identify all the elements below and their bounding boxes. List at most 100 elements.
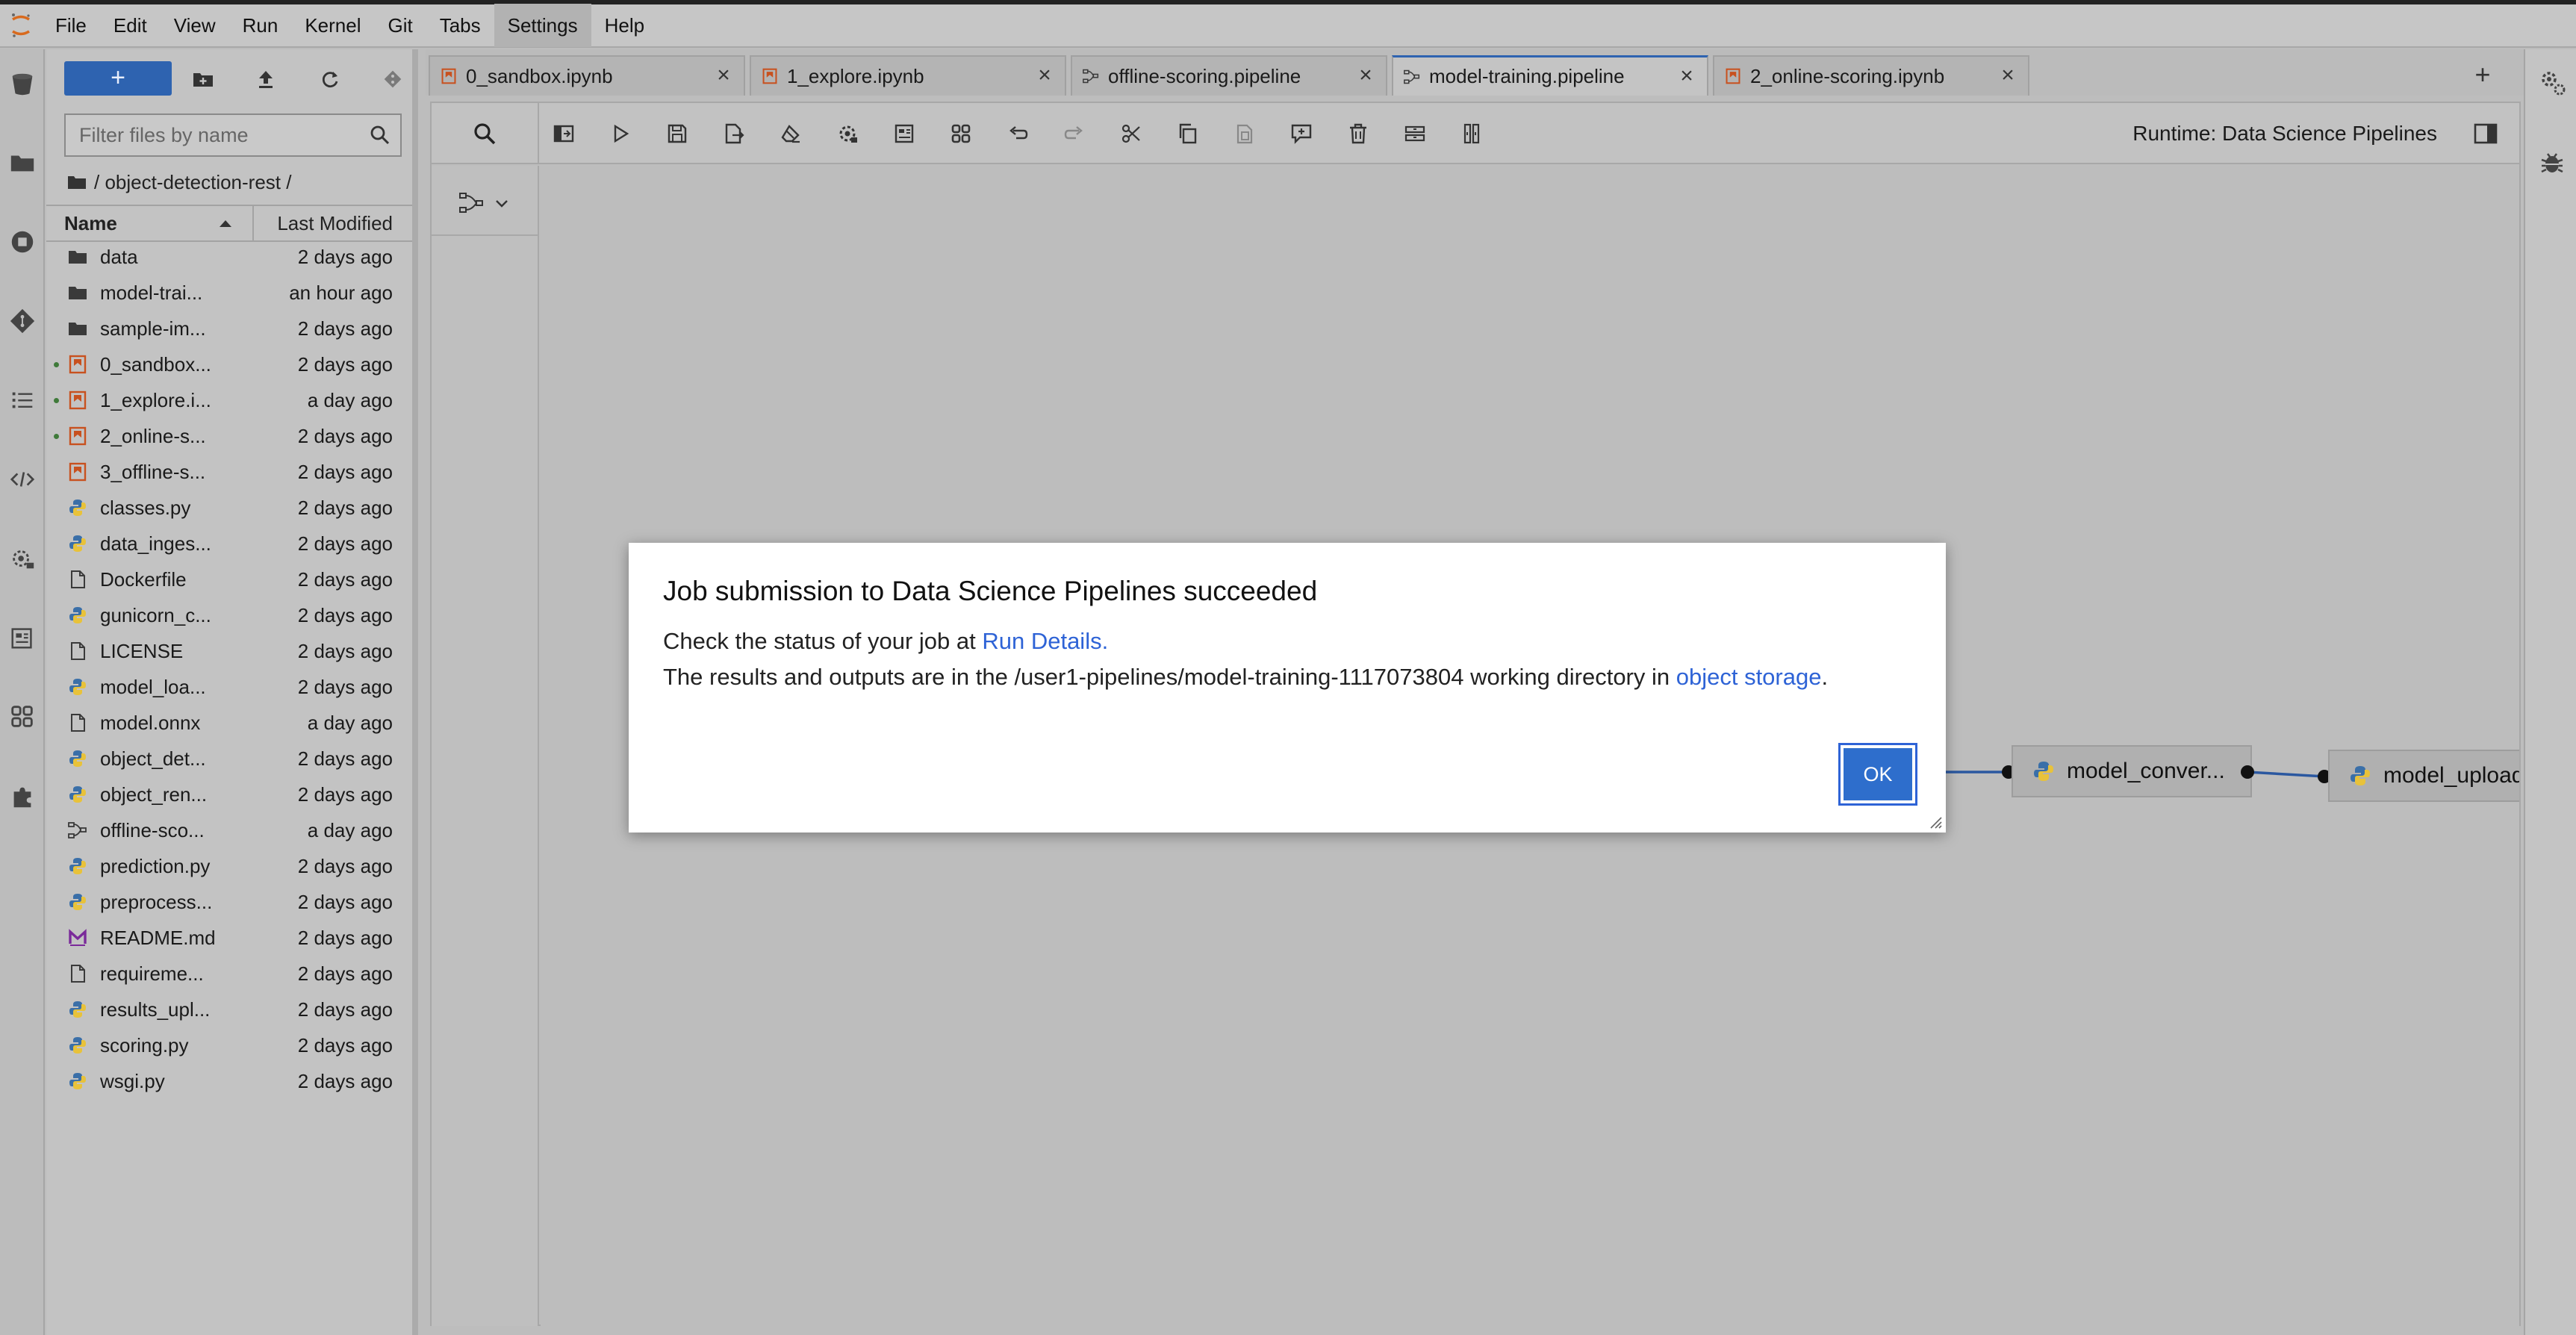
file-list-item[interactable]: object_ren... 2 days ago <box>46 777 412 812</box>
file-list-item[interactable]: offline-sco... a day ago <box>46 812 412 848</box>
tab-offline-scoring-pipeline[interactable]: offline-scoring.pipeline × <box>1071 55 1387 96</box>
menu-settings[interactable]: Settings <box>494 4 591 47</box>
close-icon[interactable]: × <box>1035 64 1054 87</box>
file-list-item[interactable]: model-trai... an hour ago <box>46 275 412 311</box>
undo-icon[interactable] <box>1004 119 1032 148</box>
arrange-vertically-icon[interactable] <box>1457 119 1486 148</box>
property-inspector-icon[interactable] <box>2537 67 2567 97</box>
resize-handle-icon[interactable] <box>1926 813 1943 830</box>
file-list-item[interactable]: 3_offline-s... 2 days ago <box>46 454 412 490</box>
menu-file[interactable]: File <box>42 4 100 47</box>
file-filter-field[interactable] <box>64 113 402 157</box>
right-sidebar <box>2524 49 2576 1335</box>
file-list-item[interactable]: preprocess... 2 days ago <box>46 884 412 920</box>
close-icon[interactable]: × <box>1677 65 1696 87</box>
tab-1-explore-ipynb[interactable]: 1_explore.ipynb × <box>750 55 1066 96</box>
extensions-icon[interactable] <box>4 778 40 814</box>
file-list-item[interactable]: model.onnx a day ago <box>46 705 412 741</box>
file-list-item[interactable]: README.md 2 days ago <box>46 920 412 956</box>
git-clone-icon[interactable] <box>378 64 408 94</box>
file-list-item[interactable]: model_loa... 2 days ago <box>46 669 412 705</box>
upload-icon[interactable] <box>251 64 281 94</box>
ok-button[interactable]: OK <box>1844 748 1912 800</box>
folder-icon[interactable] <box>4 145 40 181</box>
cut-icon[interactable] <box>1117 119 1145 148</box>
file-list-item[interactable]: Dockerfile 2 days ago <box>46 561 412 597</box>
run-pipeline-icon[interactable] <box>606 119 635 148</box>
copy-icon[interactable] <box>1174 119 1202 148</box>
new-folder-icon[interactable] <box>188 64 218 94</box>
file-filter-input[interactable] <box>66 115 349 155</box>
file-list-item[interactable]: classes.py 2 days ago <box>46 490 412 526</box>
file-modified: 2 days ago <box>297 568 393 591</box>
close-icon[interactable]: × <box>1998 64 2017 87</box>
redo-icon[interactable] <box>1060 119 1089 148</box>
file-list-item[interactable]: 0_sandbox... 2 days ago <box>46 346 412 382</box>
running-kernels-icon[interactable] <box>4 224 40 260</box>
git-icon[interactable] <box>4 303 40 339</box>
file-icon <box>67 964 88 983</box>
add-tab-button[interactable]: + <box>2464 55 2501 96</box>
export-pipeline-icon[interactable] <box>720 119 748 148</box>
delete-icon[interactable] <box>1344 119 1372 148</box>
breadcrumb-path[interactable]: / object-detection-rest / <box>94 171 291 194</box>
save-pipeline-icon[interactable] <box>663 119 691 148</box>
tab-2-online-scoring-ipynb[interactable]: 2_online-scoring.ipynb × <box>1713 55 2029 96</box>
object-storage-icon[interactable] <box>4 66 40 102</box>
add-comment-icon[interactable] <box>1287 119 1316 148</box>
node-model-upload[interactable]: model_upload <box>2328 750 2519 802</box>
close-icon[interactable]: × <box>1356 64 1375 87</box>
file-list-item[interactable]: 1_explore.i... a day ago <box>46 382 412 418</box>
file-modified: 2 days ago <box>297 927 393 949</box>
pipeline-nodes-dropdown[interactable] <box>458 188 512 218</box>
palette-search-button[interactable] <box>432 103 539 164</box>
close-icon[interactable]: × <box>714 64 733 87</box>
clear-pipeline-icon[interactable] <box>777 119 805 148</box>
arrange-horizontally-icon[interactable] <box>1401 119 1429 148</box>
menu-edit[interactable]: Edit <box>100 4 161 47</box>
menu-kernel[interactable]: Kernel <box>291 4 374 47</box>
menu-help[interactable]: Help <box>591 4 658 47</box>
refresh-icon[interactable] <box>315 64 345 94</box>
file-list-item[interactable]: LICENSE 2 days ago <box>46 633 412 669</box>
folder-icon[interactable] <box>67 175 87 190</box>
modified-column-header[interactable]: Last Modified <box>254 206 412 240</box>
file-list-item[interactable]: requireme... 2 days ago <box>46 956 412 992</box>
file-name: LICENSE <box>100 640 184 662</box>
file-list-item[interactable]: 2_online-s... 2 days ago <box>46 418 412 454</box>
output-port[interactable] <box>2241 765 2254 779</box>
open-panel-icon[interactable] <box>550 119 578 148</box>
menu-git[interactable]: Git <box>374 4 426 47</box>
node-model-conver[interactable]: model_conver... <box>2012 745 2252 797</box>
code-snippets-icon[interactable] <box>4 461 40 497</box>
runtime-images-icon[interactable] <box>890 119 918 148</box>
debugger-icon[interactable] <box>2537 148 2567 178</box>
component-catalogs-icon[interactable] <box>4 699 40 735</box>
runtimes-icon[interactable] <box>4 541 40 576</box>
file-list-item[interactable]: wsgi.py 2 days ago <box>46 1063 412 1099</box>
runtime-images-icon[interactable] <box>4 620 40 656</box>
menu-view[interactable]: View <box>161 4 229 47</box>
notebook-icon <box>67 462 88 482</box>
object-storage-link[interactable]: object storage <box>1676 664 1822 690</box>
file-list-item[interactable]: object_det... 2 days ago <box>46 741 412 777</box>
new-launcher-button[interactable]: + <box>64 61 172 96</box>
menu-tabs[interactable]: Tabs <box>426 4 494 47</box>
table-of-contents-icon[interactable] <box>4 382 40 418</box>
runtimes-settings-icon[interactable] <box>833 119 862 148</box>
file-list-item[interactable]: results_upl... 2 days ago <box>46 992 412 1027</box>
properties-panel-toggle-icon[interactable] <box>2473 121 2498 146</box>
file-list-item[interactable]: data_inges... 2 days ago <box>46 526 412 561</box>
menu-run[interactable]: Run <box>229 4 292 47</box>
file-list-item[interactable]: scoring.py 2 days ago <box>46 1027 412 1063</box>
file-list-item[interactable]: sample-im... 2 days ago <box>46 311 412 346</box>
file-list-item[interactable]: prediction.py 2 days ago <box>46 848 412 884</box>
tab-model-training-pipeline[interactable]: model-training.pipeline × <box>1392 55 1708 96</box>
paste-icon[interactable] <box>1231 119 1259 148</box>
component-catalogs-icon[interactable] <box>947 119 975 148</box>
name-column-header[interactable]: Name <box>46 206 254 240</box>
file-list-item[interactable]: gunicorn_c... 2 days ago <box>46 597 412 633</box>
run-details-link[interactable]: Run Details. <box>982 628 1108 654</box>
tab-0-sandbox-ipynb[interactable]: 0_sandbox.ipynb × <box>429 55 745 96</box>
file-list-item[interactable]: data 2 days ago <box>46 239 412 275</box>
